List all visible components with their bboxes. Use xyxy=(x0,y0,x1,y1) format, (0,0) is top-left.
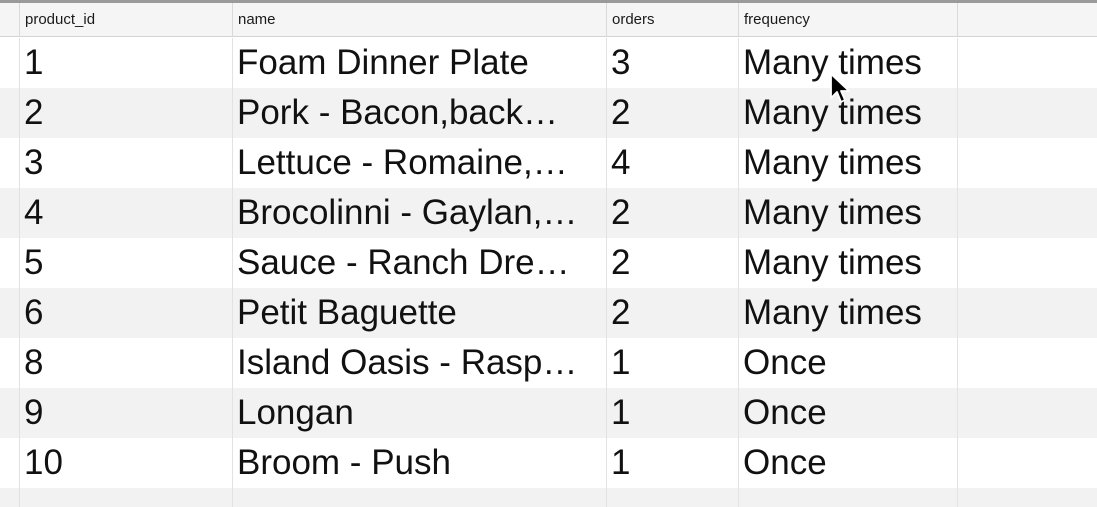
cell-name[interactable]: Petit Baguette xyxy=(232,288,606,338)
cell-frequency[interactable]: Many times xyxy=(738,188,957,238)
cell-product-id[interactable]: 8 xyxy=(19,338,232,388)
mouse-pointer-icon xyxy=(830,73,850,103)
cell-name[interactable]: Island Oasis - Rasp… xyxy=(232,338,606,388)
cell-empty xyxy=(957,88,1097,138)
column-header-frequency[interactable]: frequency xyxy=(738,3,957,36)
cell-empty xyxy=(957,438,1097,488)
cell-frequency[interactable]: Many times xyxy=(738,138,957,188)
results-grid: product_id name orders frequency 1 Foam … xyxy=(0,0,1097,507)
cell-orders[interactable]: 1 xyxy=(606,438,738,488)
cell-name[interactable]: Longan xyxy=(232,388,606,438)
table-row[interactable]: 4 Brocolinni - Gaylan,… 2 Many times xyxy=(0,188,1097,238)
cell-product-id[interactable]: 3 xyxy=(19,138,232,188)
cell-empty xyxy=(957,388,1097,438)
table-row[interactable]: 1 Foam Dinner Plate 3 Many times xyxy=(0,38,1097,88)
cell-frequency[interactable]: Many times xyxy=(738,288,957,338)
cell-name[interactable]: Pork - Bacon,back… xyxy=(232,88,606,138)
table-row[interactable]: 10 Broom - Push 1 Once xyxy=(0,438,1097,488)
cell-empty xyxy=(957,38,1097,88)
cell-orders[interactable]: 2 xyxy=(606,188,738,238)
cell-product-id[interactable]: 10 xyxy=(19,438,232,488)
table-row[interactable]: 8 Island Oasis - Rasp… 1 Once xyxy=(0,338,1097,388)
cell-product-id[interactable]: 4 xyxy=(19,188,232,238)
cell-product-id[interactable]: 5 xyxy=(19,238,232,288)
cell-orders[interactable]: 2 xyxy=(606,238,738,288)
cell-empty xyxy=(19,488,232,507)
column-header-name[interactable]: name xyxy=(232,3,606,36)
cell-name[interactable]: Brocolinni - Gaylan,… xyxy=(232,188,606,238)
cell-orders[interactable]: 4 xyxy=(606,138,738,188)
table-row[interactable]: 6 Petit Baguette 2 Many times xyxy=(0,288,1097,338)
column-header-empty xyxy=(957,3,1097,36)
cell-empty xyxy=(606,488,738,507)
table-row[interactable]: 9 Longan 1 Once xyxy=(0,388,1097,438)
cell-frequency[interactable]: Once xyxy=(738,338,957,388)
cell-empty xyxy=(232,488,606,507)
table-row[interactable]: 5 Sauce - Ranch Dre… 2 Many times xyxy=(0,238,1097,288)
cell-product-id[interactable]: 2 xyxy=(19,88,232,138)
cell-empty xyxy=(957,138,1097,188)
cell-product-id[interactable]: 1 xyxy=(19,38,232,88)
cell-frequency[interactable]: Once xyxy=(738,388,957,438)
table-row[interactable]: 2 Pork - Bacon,back… 2 Many times xyxy=(0,88,1097,138)
cell-empty xyxy=(957,238,1097,288)
cell-name[interactable]: Broom - Push xyxy=(232,438,606,488)
cell-orders[interactable]: 1 xyxy=(606,388,738,438)
cell-empty xyxy=(738,488,957,507)
cell-frequency[interactable]: Once xyxy=(738,438,957,488)
cell-empty xyxy=(957,188,1097,238)
column-header-product-id[interactable]: product_id xyxy=(19,3,232,36)
cell-empty xyxy=(957,488,1097,507)
cell-orders[interactable]: 2 xyxy=(606,288,738,338)
column-header-row: product_id name orders frequency xyxy=(0,3,1097,37)
cell-empty xyxy=(957,338,1097,388)
table-row[interactable]: 3 Lettuce - Romaine,… 4 Many times xyxy=(0,138,1097,188)
cell-name[interactable]: Sauce - Ranch Dre… xyxy=(232,238,606,288)
cell-name[interactable]: Foam Dinner Plate xyxy=(232,38,606,88)
cell-empty xyxy=(957,288,1097,338)
cell-frequency[interactable]: Many times xyxy=(738,238,957,288)
column-header-orders[interactable]: orders xyxy=(606,3,738,36)
cell-name[interactable]: Lettuce - Romaine,… xyxy=(232,138,606,188)
cell-orders[interactable]: 2 xyxy=(606,88,738,138)
cell-product-id[interactable]: 6 xyxy=(19,288,232,338)
cell-product-id[interactable]: 9 xyxy=(19,388,232,438)
cell-orders[interactable]: 3 xyxy=(606,38,738,88)
empty-row xyxy=(0,488,1097,507)
cell-orders[interactable]: 1 xyxy=(606,338,738,388)
